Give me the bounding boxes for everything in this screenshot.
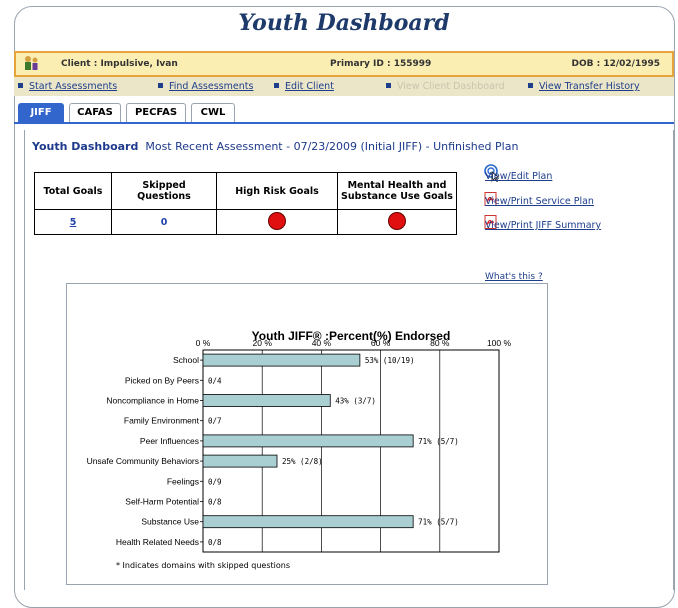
find-assessments-label: Find Assessments: [169, 81, 254, 92]
goals-table: Total Goals Skipped Questions High Risk …: [34, 172, 457, 235]
header-mental-health-goals: Mental Health and Substance Use Goals: [337, 172, 457, 210]
high-risk-indicator-icon: [268, 211, 286, 230]
data-label: 43% (3/7): [335, 397, 376, 406]
view-edit-plan-link[interactable]: View/Edit Plan: [485, 171, 552, 182]
total-goals-link[interactable]: 5: [70, 217, 77, 228]
family-icon: [25, 56, 38, 70]
assessment-summary: Youth Dashboard Most Recent Assessment -…: [32, 140, 518, 153]
find-assessments-link[interactable]: Find Assessments: [158, 81, 253, 92]
data-label: 0/9: [208, 477, 222, 486]
assessment-tabs: JIFF CAFAS PECFAS CWL: [14, 103, 674, 123]
header-skipped-questions: Skipped Questions: [111, 172, 217, 210]
bullet-icon: [18, 83, 23, 88]
header-high-risk-goals: High Risk Goals: [216, 172, 338, 210]
category-label: Picked on By Peers: [125, 375, 199, 385]
page-title: Youth Dashboard: [238, 10, 450, 36]
tab-divider: [14, 122, 674, 124]
action-link-bar: Start Assessments Find Assessments Edit …: [14, 77, 674, 96]
bullet-icon: [528, 83, 533, 88]
edit-client-label: Edit Client: [285, 81, 334, 92]
bar: [202, 515, 414, 529]
x-tick-label: 20 %: [253, 338, 273, 348]
category-label: School: [173, 355, 199, 365]
summary-text: Most Recent Assessment - 07/23/2009 (Ini…: [145, 140, 519, 153]
data-label: 53% (10/19): [365, 356, 415, 365]
bar: [202, 454, 278, 468]
primary-id: Primary ID : 155999: [330, 59, 432, 69]
bar: [202, 434, 414, 448]
chart-title: Youth JIFF® :Percent(%) Endorsed: [252, 329, 451, 343]
category-label: Feelings: [167, 476, 199, 486]
bullet-icon: [274, 83, 279, 88]
start-assessments-label: Start Assessments: [29, 81, 118, 92]
view-client-dashboard-label: View Client Dashboard: [397, 81, 505, 92]
tab-jiff[interactable]: JIFF: [18, 103, 64, 122]
view-print-jiff-summary-link[interactable]: View/Print JIFF Summary: [485, 220, 601, 231]
skipped-questions-value: 0: [160, 216, 168, 228]
tab-cafas[interactable]: CAFAS: [69, 103, 121, 122]
data-label: 0/8: [208, 538, 222, 547]
bullet-icon: [158, 83, 163, 88]
x-tick-label: 0 %: [196, 338, 211, 348]
edit-client-link[interactable]: Edit Client: [274, 81, 334, 92]
category-label: Substance Use: [141, 517, 199, 527]
data-label: 71% (5/7): [418, 437, 459, 446]
category-label: Peer Influences: [140, 436, 199, 446]
data-label: 71% (5/7): [418, 518, 459, 527]
view-print-service-plan-link[interactable]: View/Print Service Plan: [485, 196, 594, 207]
jiff-bar-chart: Youth JIFF® :Percent(%) Endorsed 0 % 20 % 4…: [87, 329, 512, 553]
category-label: Unsafe Community Behaviors: [87, 456, 199, 466]
jiff-chart-panel: Youth JIFF® :Percent(%) Endorsed 0 % 20 % 4…: [66, 283, 548, 585]
category-label: Health Related Needs: [116, 537, 199, 547]
data-label: 25% (2/8): [282, 457, 323, 466]
bullet-icon: [386, 83, 391, 88]
header-total-goals: Total Goals: [34, 172, 112, 210]
client-info-bar: Client : Impulsive, Ivan Primary ID : 15…: [14, 51, 674, 77]
client-dob: DOB : 12/02/1995: [571, 59, 660, 69]
client-name: Client : Impulsive, Ivan: [61, 59, 178, 69]
mental-health-indicator-icon: [388, 211, 406, 230]
whats-this-link[interactable]: What's this ?: [485, 272, 543, 282]
category-label: Self-Harm Potential: [125, 497, 199, 507]
skipped-footnote: * Indicates domains with skipped questio…: [116, 561, 290, 570]
x-tick-label: 80 %: [430, 338, 450, 348]
bar: [202, 394, 331, 407]
data-label: 0/7: [208, 417, 222, 426]
view-client-dashboard-link: View Client Dashboard: [386, 81, 505, 92]
tab-pecfas[interactable]: PECFAS: [126, 103, 186, 122]
x-tick-label: 60 %: [371, 338, 391, 348]
category-label: Family Environment: [124, 416, 200, 426]
tab-cwl[interactable]: CWL: [191, 103, 235, 122]
bar: [202, 353, 361, 367]
x-tick-label: 100 %: [487, 338, 512, 348]
view-transfer-history-label: View Transfer History: [539, 81, 640, 92]
start-assessments-link[interactable]: Start Assessments: [18, 81, 117, 92]
data-label: 0/4: [208, 376, 222, 385]
summary-label: Youth Dashboard: [32, 140, 139, 153]
x-tick-label: 40 %: [312, 338, 332, 348]
category-label: Noncompliance in Home: [106, 396, 199, 406]
data-label: 0/8: [208, 498, 222, 507]
view-transfer-history-link[interactable]: View Transfer History: [528, 81, 640, 92]
